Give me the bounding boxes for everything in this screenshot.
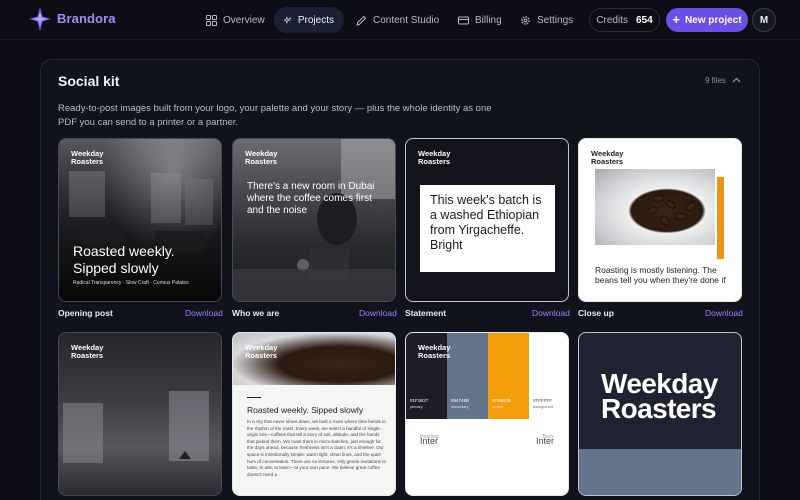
social-tile-cafe-photo[interactable]: Weekday Roasters: [58, 332, 222, 496]
new-project-label: New project: [684, 14, 742, 26]
wordmark: Weekday Roasters: [601, 368, 718, 424]
nav-content-studio-label: Content Studio: [373, 14, 440, 26]
download-opening-post[interactable]: Download: [185, 308, 223, 318]
social-tile-article[interactable]: Weekday Roasters Roasted weekly. Sipped s…: [232, 332, 396, 496]
user-avatar[interactable]: M: [752, 8, 776, 32]
chevron-up-icon[interactable]: [732, 76, 741, 84]
section-title[interactable]: Social kit: [58, 73, 119, 89]
download-statement[interactable]: Download: [532, 308, 570, 318]
brandora-logo-icon[interactable]: [28, 6, 52, 32]
sparkle-icon: [284, 15, 292, 24]
credits-value: 654: [636, 14, 653, 26]
article-body: In a city that never slows down, we buil…: [247, 419, 387, 477]
download-close-up[interactable]: Download: [705, 308, 743, 318]
nav-overview-label: Overview: [223, 14, 265, 26]
nav-billing-label: Billing: [475, 14, 502, 26]
font-heading-name: Inter: [420, 436, 439, 446]
font-body-name: Inter: [535, 436, 554, 446]
new-project-button[interactable]: + New project: [666, 8, 748, 32]
tile-tagline: Radical Transparency · Slow Craft · Curi…: [73, 280, 189, 286]
social-tile-statement[interactable]: Weekday Roasters This week's batch is a w…: [405, 138, 569, 302]
accent-bar: [717, 177, 724, 259]
tile-headline: Roasted weekly. Sipped slowly: [73, 243, 175, 276]
coffee-beans-image: [595, 169, 715, 245]
divider: [247, 397, 261, 398]
gear-icon: [521, 15, 530, 25]
tile-logo: Weekday Roasters: [245, 343, 278, 360]
nav-billing[interactable]: Billing: [448, 7, 512, 33]
social-tile-close-up[interactable]: Weekday Roasters Roasting is mostly liste…: [578, 138, 742, 302]
credits-indicator[interactable]: Credits 654: [589, 8, 660, 32]
brand-name[interactable]: Brandora: [57, 11, 116, 26]
top-navigation-bar: Brandora Overview Projects Content Studi…: [0, 0, 800, 40]
tile-headline: This week's batch is a washed Ethiopian …: [420, 185, 555, 272]
tile-caption-statement: Statement: [405, 308, 447, 318]
article-headline: Roasted weekly. Sipped slowly: [247, 405, 364, 415]
nav-settings-label: Settings: [537, 14, 574, 26]
wordmark-accent-band: [579, 449, 741, 495]
plus-icon: +: [672, 12, 680, 27]
tile-logo: Weekday Roasters: [71, 149, 104, 166]
tile-logo: Weekday Roasters: [418, 149, 451, 166]
card-icon: [458, 16, 469, 24]
download-who-we-are[interactable]: Download: [359, 308, 397, 318]
nav-projects-label: Projects: [297, 14, 334, 26]
social-tile-palette[interactable]: #1F1B27 primary #64748B secondary #F59E0…: [405, 332, 569, 496]
social-tile-who-we-are[interactable]: Weekday Roasters There's a new room in Du…: [232, 138, 396, 302]
social-tile-opening-post[interactable]: Weekday Roasters Roasted weekly. Sipped s…: [58, 138, 222, 302]
credits-label: Credits: [596, 14, 628, 26]
tile-caption-close-up: Close up: [578, 308, 614, 318]
nav-settings[interactable]: Settings: [510, 7, 583, 33]
tile-caption-opening-post: Opening post: [58, 308, 113, 318]
nav-projects[interactable]: Projects: [274, 7, 344, 33]
swatch-background: #FFFFFF background: [529, 333, 568, 419]
swatch-secondary: #64748B secondary: [447, 333, 488, 419]
file-count: 9 files: [705, 76, 726, 85]
section-description: Ready-to-post images built from your log…: [58, 103, 492, 128]
tile-logo: Weekday Roasters: [71, 343, 104, 360]
tile-logo: Weekday Roasters: [245, 149, 278, 166]
tile-logo: Weekday Roasters: [418, 343, 451, 360]
tile-headline: There's a new room in Dubai where the co…: [247, 181, 375, 216]
grid-icon: [206, 14, 217, 26]
tile-caption-who-we-are: Who we are: [232, 308, 280, 318]
tile-logo: Weekday Roasters: [591, 149, 624, 166]
pen-icon: [356, 15, 367, 26]
social-tile-wordmark[interactable]: Weekday Roasters: [578, 332, 742, 496]
nav-content-studio[interactable]: Content Studio: [346, 7, 449, 33]
swatch-accent: #F59E0B accent: [488, 333, 529, 419]
tile-headline: Roasting is mostly listening. The beans …: [595, 265, 726, 285]
nav-overview[interactable]: Overview: [196, 7, 275, 33]
